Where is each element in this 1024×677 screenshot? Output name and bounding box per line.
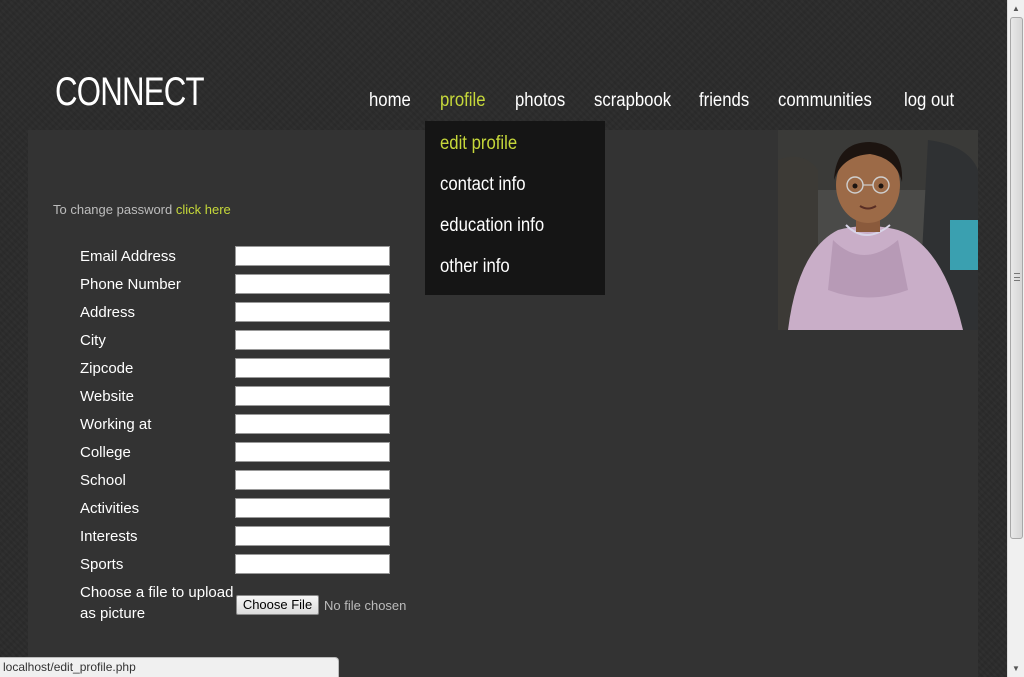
browser-status-bar: localhost/edit_profile.php	[0, 657, 339, 677]
school-label: School	[80, 472, 126, 489]
sports-label: Sports	[80, 556, 124, 573]
nav-scrapbook[interactable]: scrapbook	[594, 90, 671, 112]
activities-label: Activities	[80, 500, 140, 517]
sports-input[interactable]	[235, 554, 390, 574]
file-upload-label-line1: Choose a file to upload	[80, 584, 234, 601]
nav-friends[interactable]: friends	[699, 90, 749, 112]
email-input[interactable]	[235, 246, 390, 266]
nav-communities[interactable]: communities	[778, 90, 872, 112]
menu-education-info[interactable]: education info	[440, 215, 544, 237]
main-nav: home profile photos scrapbook friends co…	[0, 90, 1005, 116]
scrollbar-grip-icon	[1014, 273, 1020, 281]
email-label: Email Address	[80, 248, 176, 265]
nav-photos[interactable]: photos	[515, 90, 565, 112]
zipcode-input[interactable]	[235, 358, 390, 378]
choose-file-button[interactable]: Choose File	[236, 595, 319, 615]
nav-logout[interactable]: log out	[904, 90, 954, 112]
website-input[interactable]	[235, 386, 390, 406]
file-status-text: No file chosen	[324, 598, 407, 613]
change-password-label: To change password	[53, 202, 173, 217]
phone-label: Phone Number	[80, 276, 181, 293]
status-url: localhost/edit_profile.php	[3, 660, 136, 674]
nav-profile[interactable]: profile	[440, 90, 486, 112]
working-at-label: Working at	[80, 416, 152, 433]
phone-input[interactable]	[235, 274, 390, 294]
interests-label: Interests	[80, 528, 138, 545]
zipcode-label: Zipcode	[80, 360, 134, 377]
profile-photo	[778, 130, 978, 330]
college-input[interactable]	[235, 442, 390, 462]
city-input[interactable]	[235, 330, 390, 350]
school-input[interactable]	[235, 470, 390, 490]
scroll-up-icon[interactable]: ▲	[1008, 0, 1024, 17]
website-label: Website	[80, 388, 134, 405]
scroll-down-icon[interactable]: ▼	[1008, 660, 1024, 677]
working-at-input[interactable]	[235, 414, 390, 434]
city-label: City	[80, 332, 106, 349]
menu-edit-profile[interactable]: edit profile	[440, 133, 517, 155]
interests-input[interactable]	[235, 526, 390, 546]
change-password-link[interactable]: click here	[176, 202, 231, 217]
nav-home[interactable]: home	[369, 90, 411, 112]
change-password-text: To change password click here	[53, 202, 231, 217]
scrollbar-thumb[interactable]	[1010, 17, 1023, 539]
vertical-scrollbar[interactable]: ▲ ▼	[1007, 0, 1024, 677]
activities-input[interactable]	[235, 498, 390, 518]
address-label: Address	[80, 304, 136, 321]
menu-other-info[interactable]: other info	[440, 256, 510, 278]
profile-dropdown-menu: edit profile contact info education info…	[425, 121, 605, 295]
file-upload-label-line2: as picture	[80, 605, 146, 622]
menu-contact-info[interactable]: contact info	[440, 174, 526, 196]
address-input[interactable]	[235, 302, 390, 322]
college-label: College	[80, 444, 131, 461]
